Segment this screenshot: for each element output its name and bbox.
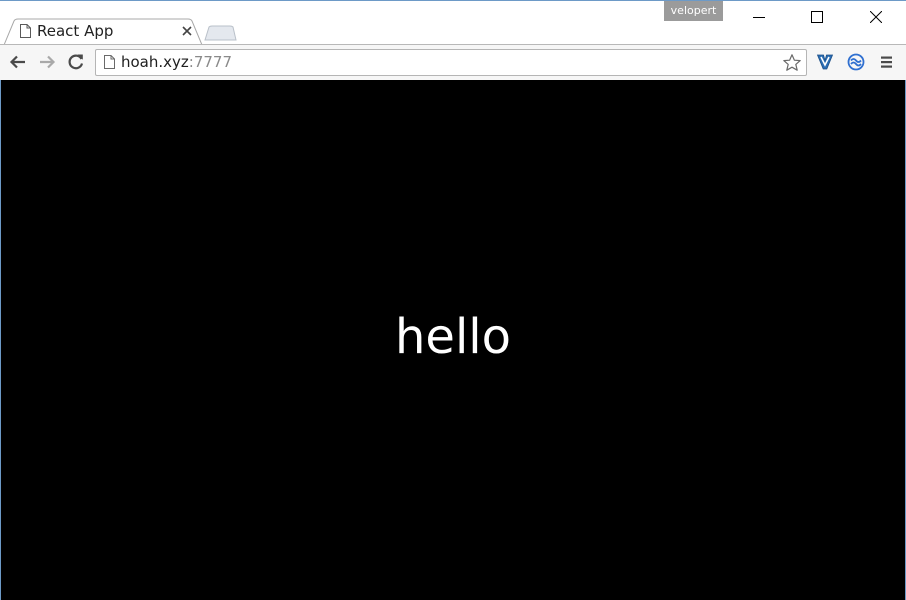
back-button[interactable] [7,51,29,73]
close-window-button[interactable] [853,1,899,31]
url-text[interactable]: hoah.xyz:7777 [121,53,232,71]
minimize-icon [753,17,765,18]
close-icon [870,11,882,23]
browser-window: React App velopert hoah.xyz:7777 hello [0,0,906,600]
sync-extension-button[interactable] [845,51,867,73]
forward-arrow-icon [40,55,56,69]
url-host: hoah.xyz [121,53,189,71]
page-info-icon[interactable] [104,55,115,69]
maximize-button[interactable] [794,1,840,31]
tab-title: React App [37,22,114,40]
profile-badge[interactable]: velopert [664,1,723,21]
page-content: hello [1,80,905,600]
reload-button[interactable] [65,51,87,73]
vimium-extension-icon [816,54,834,70]
address-bar[interactable]: hoah.xyz:7777 [95,49,807,76]
menu-button[interactable] [876,51,898,73]
sync-extension-icon [847,53,865,71]
tab-strip: React App velopert [0,1,906,45]
page-icon [20,24,31,38]
minimize-button[interactable] [736,1,782,31]
maximize-icon [811,11,823,23]
close-tab-icon[interactable] [180,24,194,38]
tab-react-app[interactable]: React App [4,18,204,45]
window-frame-left [0,80,1,600]
vimium-extension-button[interactable] [814,51,836,73]
forward-button[interactable] [36,51,58,73]
hello-text: hello [395,309,511,365]
url-port: :7777 [188,53,233,71]
browser-toolbar: hoah.xyz:7777 [0,44,906,80]
reload-icon [68,54,84,70]
star-icon[interactable] [782,53,802,73]
back-arrow-icon [9,55,25,69]
new-tab-button[interactable] [203,25,237,41]
hamburger-menu-icon [881,56,892,68]
